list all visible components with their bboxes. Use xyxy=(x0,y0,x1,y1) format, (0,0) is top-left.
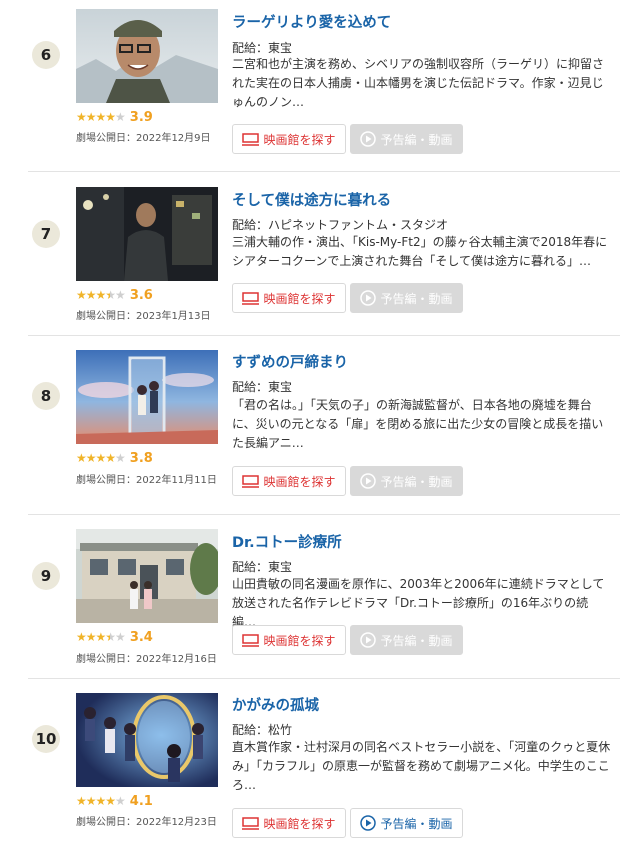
distributor: 配給：東宝 xyxy=(232,41,293,55)
rating-score: 3.6 xyxy=(129,288,153,303)
synopsis: 二宮和也が主演を務め、シベリアの強制収容所（ラーゲリ）に抑留された実在の日本人捕… xyxy=(232,57,605,109)
rating: ★★★★★ 4.1 xyxy=(76,793,153,810)
trailer-label: 予告編・動画 xyxy=(380,816,453,831)
synopsis: 三浦大輔の作・演出、「Kis-My-Ft2」の藤ヶ谷太輔主演で2018年春にシア… xyxy=(232,235,608,268)
distributor: 配給：東宝 xyxy=(232,560,293,574)
star-rating-icon: ★★★★★ xyxy=(76,794,126,808)
rank-badge: 9 xyxy=(32,562,60,590)
anime-mirror-castle-image[interactable] xyxy=(76,693,218,787)
theater-screen-icon xyxy=(242,816,260,830)
find-theater-button[interactable]: 映画館を探す xyxy=(232,808,346,838)
anime-door-sky-image[interactable] xyxy=(76,350,218,444)
play-circle-icon xyxy=(360,131,377,147)
trailer-button[interactable]: 予告編・動画 xyxy=(350,466,463,496)
rank-badge: 8 xyxy=(32,382,60,410)
movie-title-link[interactable]: かがみの孤城 xyxy=(232,694,319,715)
movie-title-link[interactable]: ラーゲリより愛を込めて xyxy=(232,11,391,32)
theater-screen-icon xyxy=(242,633,260,647)
release-date: 劇場公開日：2022年12月16日 xyxy=(76,654,217,665)
movie-title-link[interactable]: すずめの戸締まり xyxy=(232,351,348,372)
rating: ★★★★★ 3.4 xyxy=(76,629,153,646)
find-theater-label: 映画館を探す xyxy=(263,474,336,489)
find-theater-label: 映画館を探す xyxy=(263,132,336,147)
find-theater-button[interactable]: 映画館を探す xyxy=(232,466,346,496)
distributor: 配給：ハピネットファントム・スタジオ xyxy=(232,218,449,232)
distributor: 配給：東宝 xyxy=(232,380,293,394)
theater-screen-icon xyxy=(242,474,260,488)
rank-badge: 7 xyxy=(32,220,60,248)
rank-badge: 10 xyxy=(32,725,60,753)
release-date: 劇場公開日：2022年12月9日 xyxy=(76,133,211,144)
find-theater-label: 映画館を探す xyxy=(263,816,336,831)
find-theater-button[interactable]: 映画館を探す xyxy=(232,124,346,154)
divider xyxy=(28,171,620,172)
find-theater-label: 映画館を探す xyxy=(263,633,336,648)
rating: ★★★★★ 3.6 xyxy=(76,287,153,304)
trailer-button[interactable]: 予告編・動画 xyxy=(350,124,463,154)
release-date: 劇場公開日：2022年11月11日 xyxy=(76,475,217,486)
divider xyxy=(28,678,620,679)
star-rating-icon: ★★★★★ xyxy=(76,630,126,644)
release-date: 劇場公開日：2023年1月13日 xyxy=(76,311,211,322)
star-rating-icon: ★★★★★ xyxy=(76,451,126,465)
rating: ★★★★★ 3.8 xyxy=(76,450,153,467)
rating-score: 3.8 xyxy=(129,451,153,466)
snowy-portrait-image[interactable] xyxy=(76,9,218,103)
rating-score: 3.9 xyxy=(129,110,153,125)
theater-screen-icon xyxy=(242,132,260,146)
synopsis: 山田貴敏の同名漫画を原作に、2003年と2006年に連続ドラマとして放送された名… xyxy=(232,577,605,629)
synopsis: 直木賞作家・辻村深月の同名ベストセラー小説を、「河童のクゥと夏休み」「カラフル」… xyxy=(232,740,611,792)
synopsis: 「君の名は。」「天気の子」の新海誠監督が、日本各地の廃墟を舞台に、災いの元となる… xyxy=(232,398,604,450)
find-theater-button[interactable]: 映画館を探す xyxy=(232,283,346,313)
trailer-button[interactable]: 予告編・動画 xyxy=(350,625,463,655)
theater-screen-icon xyxy=(242,291,260,305)
play-circle-icon xyxy=(360,473,377,489)
release-date: 劇場公開日：2022年12月23日 xyxy=(76,817,217,828)
play-circle-icon xyxy=(360,632,377,648)
rating-score: 3.4 xyxy=(129,630,153,645)
trailer-label: 予告編・動画 xyxy=(380,291,453,306)
movie-title-link[interactable]: Dr.コトー診療所 xyxy=(232,531,342,552)
trailer-label: 予告編・動画 xyxy=(380,633,453,648)
trailer-button[interactable]: 予告編・動画 xyxy=(350,283,463,313)
night-street-image[interactable] xyxy=(76,187,218,281)
distributor: 配給：松竹 xyxy=(232,723,293,737)
divider xyxy=(28,514,620,515)
play-circle-icon xyxy=(360,815,377,831)
trailer-button[interactable]: 予告編・動画 xyxy=(350,808,463,838)
divider xyxy=(28,335,620,336)
find-theater-button[interactable]: 映画館を探す xyxy=(232,625,346,655)
star-rating-icon: ★★★★★ xyxy=(76,110,126,124)
trailer-label: 予告編・動画 xyxy=(380,474,453,489)
rating-score: 4.1 xyxy=(129,794,153,809)
rank-badge: 6 xyxy=(32,41,60,69)
play-circle-icon xyxy=(360,290,377,306)
star-rating-icon: ★★★★★ xyxy=(76,288,126,302)
rating: ★★★★★ 3.9 xyxy=(76,109,153,126)
trailer-label: 予告編・動画 xyxy=(380,132,453,147)
clinic-building-image[interactable] xyxy=(76,529,218,623)
movie-title-link[interactable]: そして僕は途方に暮れる xyxy=(232,189,391,210)
find-theater-label: 映画館を探す xyxy=(263,291,336,306)
